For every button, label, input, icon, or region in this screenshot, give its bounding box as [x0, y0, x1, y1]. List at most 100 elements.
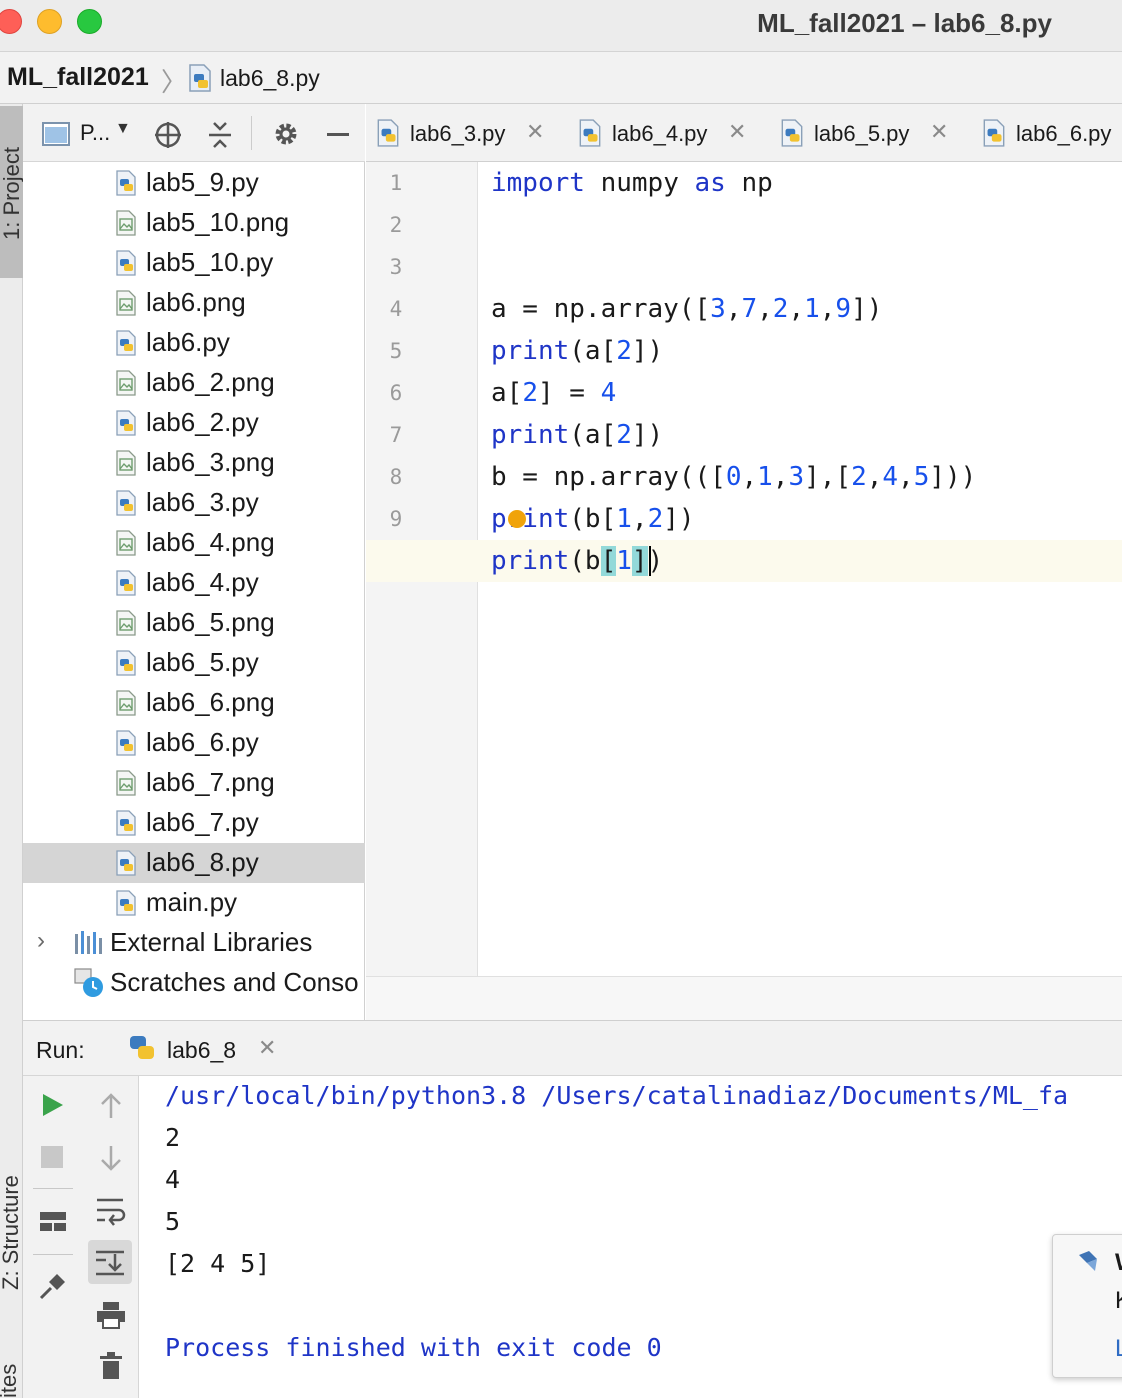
favorites-tool-tab[interactable]: ites: [0, 1364, 22, 1398]
notification-title: W: [1115, 1249, 1122, 1277]
code-line[interactable]: print(a[2]): [491, 330, 663, 372]
line-number: 3: [389, 255, 403, 279]
tree-file-label: lab6_3.py: [146, 487, 259, 517]
python-file-icon: [781, 119, 803, 147]
chevron-right-icon[interactable]: ›: [37, 927, 45, 955]
breadcrumb-file[interactable]: lab6_8.py: [220, 65, 320, 92]
run-tab[interactable]: lab6_8: [167, 1037, 236, 1064]
console-line: /usr/local/bin/python3.8 /Users/catalina…: [165, 1081, 1069, 1110]
locate-file-icon[interactable]: [153, 120, 183, 150]
notification-link[interactable]: L: [1115, 1335, 1122, 1363]
tree-file-item[interactable]: lab5_10.png: [23, 203, 365, 243]
tab-close-icon[interactable]: ✕: [728, 119, 746, 145]
scroll-to-end-button[interactable]: [88, 1240, 132, 1284]
tree-root-item[interactable]: › External Libraries: [23, 923, 365, 963]
run-tab-close-icon[interactable]: ✕: [258, 1035, 276, 1061]
editor-tab[interactable]: lab6_4.py ✕: [568, 104, 770, 162]
code-line[interactable]: a[2] = 4: [491, 372, 616, 414]
hide-panel-icon[interactable]: [327, 133, 349, 136]
tree-file-item[interactable]: lab6_2.png: [23, 363, 365, 403]
tree-file-label: lab6_6.png: [146, 687, 275, 717]
notification-popup[interactable]: W K L: [1052, 1234, 1122, 1378]
image-file-icon: [116, 210, 136, 236]
trash-icon[interactable]: [99, 1352, 123, 1380]
text-caret: [649, 546, 651, 576]
tree-file-item[interactable]: lab6.png: [23, 283, 365, 323]
console-line: 5: [165, 1207, 181, 1236]
tree-file-item[interactable]: lab6_6.py: [23, 723, 365, 763]
code-line[interactable]: b = np.array(([0,1,3],[2,4,5])): [491, 456, 976, 498]
editor-tab-label: lab6_6.py: [1016, 121, 1112, 146]
tree-file-label: lab6_4.png: [146, 527, 275, 557]
tree-file-item[interactable]: lab6_5.py: [23, 643, 365, 683]
tree-file-item[interactable]: lab6_4.py: [23, 563, 365, 603]
view-selector[interactable]: P...: [80, 120, 110, 146]
tree-file-label: lab5_10.png: [146, 207, 290, 237]
project-view-icon[interactable]: [42, 122, 70, 146]
editor-tab[interactable]: lab6_5.py ✕: [770, 104, 972, 162]
tree-file-item[interactable]: lab6.py: [23, 323, 365, 363]
code-line[interactable]: print(b[1]): [491, 540, 663, 582]
tree-file-item[interactable]: lab6_3.png: [23, 443, 365, 483]
breadcrumb-project[interactable]: ML_fall2021: [7, 63, 149, 92]
project-toolbar: P... ▼: [23, 104, 365, 162]
down-arrow-icon[interactable]: [99, 1144, 123, 1172]
code-line[interactable]: print(a[2]): [491, 414, 663, 456]
tree-file-item[interactable]: main.py: [23, 883, 365, 923]
tree-file-item[interactable]: lab6_4.png: [23, 523, 365, 563]
console-line: 2: [165, 1123, 181, 1152]
title-bar: ML_fall2021 – lab6_8.py: [0, 0, 1122, 52]
tree-file-item[interactable]: lab6_5.png: [23, 603, 365, 643]
tree-file-label: lab6_5.png: [146, 607, 275, 637]
tree-root-label: External Libraries: [110, 927, 313, 957]
tree-file-item[interactable]: lab5_9.py: [23, 163, 365, 203]
tree-file-label: lab6.png: [146, 287, 246, 317]
python-file-icon: [116, 250, 136, 276]
tree-file-label: lab6_5.py: [146, 647, 259, 677]
tree-file-item[interactable]: lab6_2.py: [23, 403, 365, 443]
code-line[interactable]: import numpy as np: [491, 162, 773, 204]
scroll-to-end-icon: [96, 1250, 124, 1276]
chevron-down-icon[interactable]: ▼: [115, 120, 131, 138]
notification-text: K: [1115, 1287, 1122, 1315]
soft-wrap-icon[interactable]: [95, 1196, 127, 1226]
tab-close-icon[interactable]: ✕: [930, 119, 948, 145]
minimize-window-button[interactable]: [37, 9, 62, 34]
tree-file-item[interactable]: lab6_3.py: [23, 483, 365, 523]
up-arrow-icon[interactable]: [99, 1092, 123, 1120]
pin-icon[interactable]: [37, 1272, 67, 1302]
close-window-button[interactable]: [0, 9, 22, 34]
code-line[interactable]: a = np.array([3,7,2,1,9]): [491, 288, 882, 330]
current-line-highlight: [366, 540, 1122, 582]
image-file-icon: [116, 530, 136, 556]
stop-icon[interactable]: [41, 1146, 63, 1168]
tree-file-item[interactable]: lab5_10.py: [23, 243, 365, 283]
run-panel-header: Run: lab6_8 ✕: [23, 1020, 1122, 1076]
tree-file-item[interactable]: lab6_8.py: [23, 843, 365, 883]
gear-icon[interactable]: [272, 120, 300, 148]
intention-bulb-icon[interactable]: [508, 510, 526, 528]
editor-tab[interactable]: lab6_6.py: [972, 104, 1122, 162]
line-number: 2: [389, 213, 403, 237]
tab-close-icon[interactable]: ✕: [526, 119, 544, 145]
python-file-icon: [116, 810, 136, 836]
zoom-window-button[interactable]: [77, 9, 102, 34]
python-file-icon: [116, 650, 136, 676]
layout-icon[interactable]: [39, 1210, 67, 1234]
tree-file-item[interactable]: lab6_6.png: [23, 683, 365, 723]
editor-tab-label: lab6_4.py: [612, 121, 708, 146]
print-icon[interactable]: [95, 1300, 127, 1330]
tree-file-label: main.py: [146, 887, 238, 917]
structure-tool-tab[interactable]: Z: Structure: [0, 1175, 24, 1290]
tree-file-item[interactable]: lab6_7.png: [23, 763, 365, 803]
tree-root-item[interactable]: Scratches and Conso: [23, 963, 365, 1003]
line-number: 8: [389, 465, 403, 489]
image-file-icon: [116, 610, 136, 636]
tree-file-item[interactable]: lab6_7.py: [23, 803, 365, 843]
collapse-all-icon[interactable]: [207, 120, 233, 150]
rerun-icon[interactable]: [41, 1092, 65, 1118]
tree-file-label: lab6_2.py: [146, 407, 259, 437]
project-tool-tab[interactable]: 1: Project: [0, 106, 24, 278]
editor-tab[interactable]: lab6_3.py ✕: [366, 104, 568, 162]
python-file-icon: [116, 410, 136, 436]
